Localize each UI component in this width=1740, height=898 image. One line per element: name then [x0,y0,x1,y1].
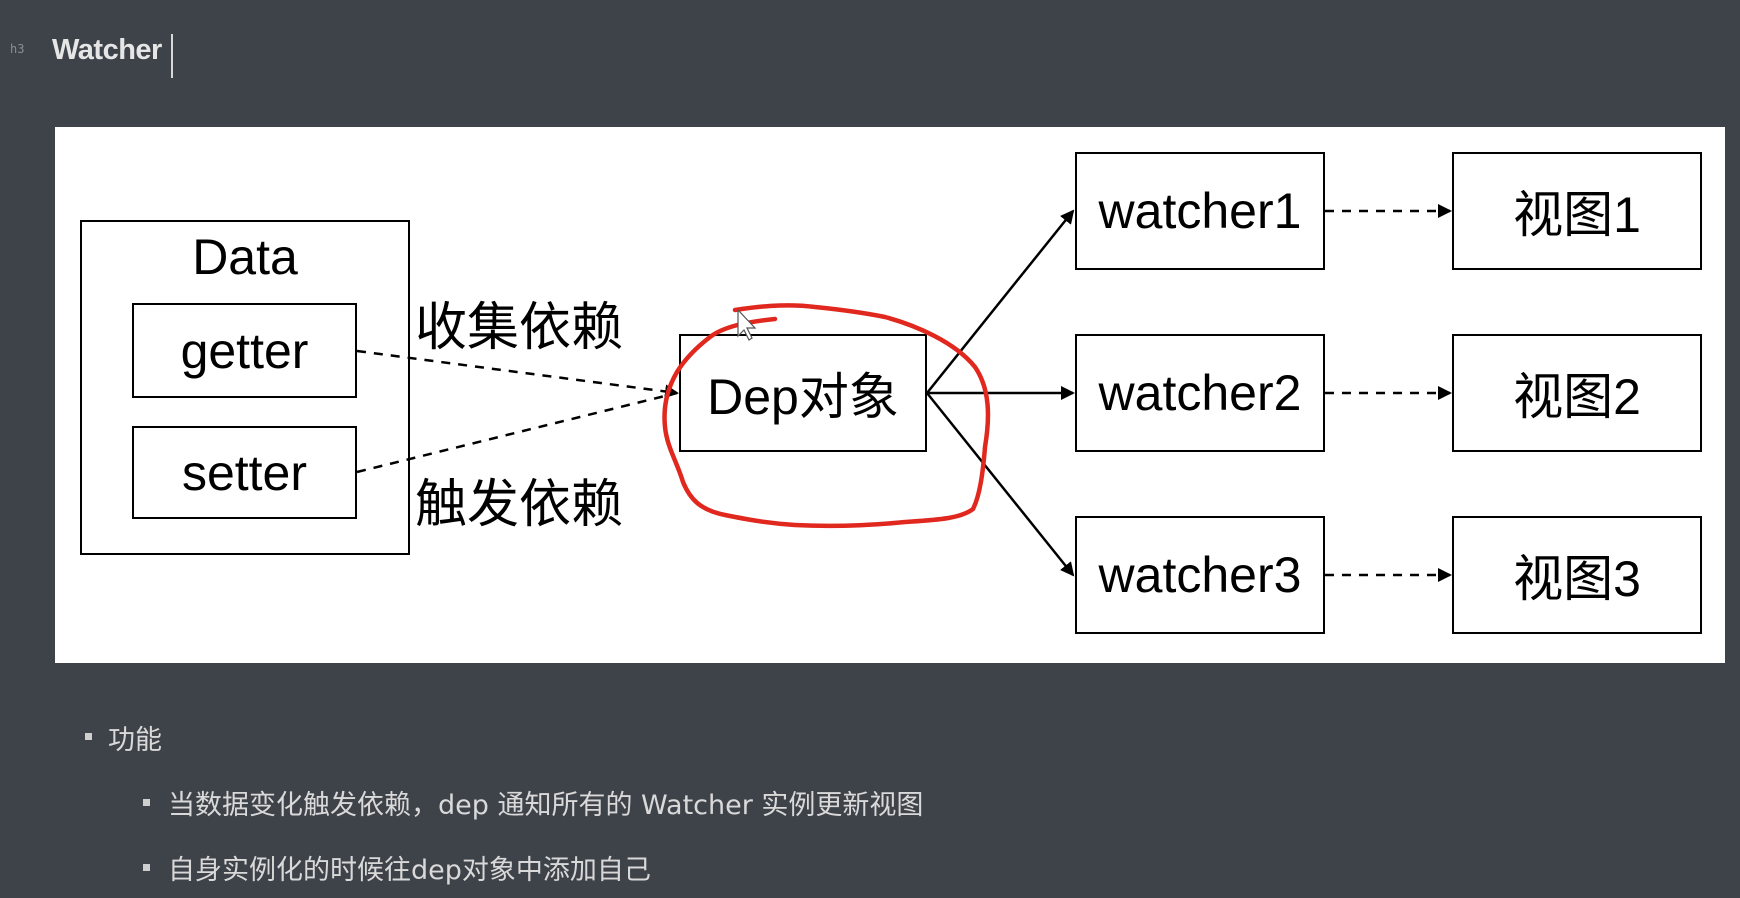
watcher2-box: watcher2 [1075,334,1325,452]
view3-box: 视图3 [1452,516,1702,634]
dep-object-box: Dep对象 [679,334,927,452]
watcher3-box: watcher3 [1075,516,1325,634]
sub-list-item-add-self: 自身实例化的时候往dep对象中添加自己 [168,855,651,886]
getter-box: getter [132,303,357,398]
watcher1-box: watcher1 [1075,152,1325,270]
bullet-marker [143,799,150,806]
setter-box: setter [132,426,357,519]
list-item-function: 功能 [108,725,162,756]
view2-box: 视图2 [1452,334,1702,452]
data-box-title: Data [192,229,298,285]
dep-to-watcher3-arrow [926,392,1075,577]
collect-dependency-label: 收集依赖 [415,298,624,358]
bullet-marker [85,733,92,740]
document-page: h3 Watcher Data getter setter 收集依赖 触发依赖 … [0,0,1740,898]
sub-list-item-notify: 当数据变化触发依赖，dep 通知所有的 Watcher 实例更新视图 [168,790,924,821]
section-heading[interactable]: Watcher [52,34,162,67]
view1-box: 视图1 [1452,152,1702,270]
watcher-diagram-image: Data getter setter 收集依赖 触发依赖 Dep对象 watch… [55,127,1725,663]
dep-to-watcher1-arrow [926,209,1075,394]
text-caret [171,34,173,78]
bullet-marker [143,864,150,871]
trigger-dependency-label: 触发依赖 [415,475,624,535]
heading-level-marker: h3 [10,42,25,56]
